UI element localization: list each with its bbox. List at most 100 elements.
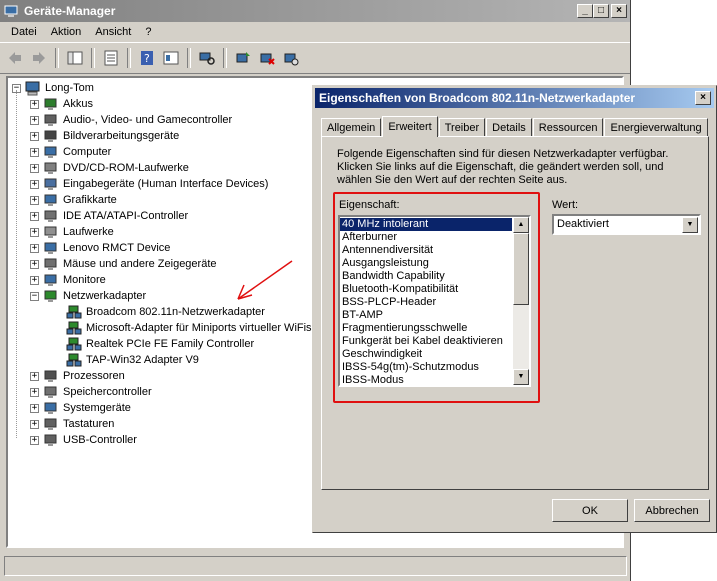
disable-button[interactable] bbox=[280, 47, 302, 69]
property-list-item[interactable]: 40 MHz intolerant bbox=[340, 218, 512, 231]
tree-category[interactable]: + Systemgeräte bbox=[30, 400, 132, 416]
property-list-item[interactable]: Fragmentierungsschwelle bbox=[340, 322, 512, 335]
expand-toggle[interactable]: + bbox=[30, 195, 39, 205]
tab-erweitert[interactable]: Erweitert bbox=[382, 116, 438, 137]
tab-allgemein[interactable]: Allgemein bbox=[321, 118, 382, 136]
properties-dialog: Eigenschaften von Broadcom 802.11n-Netzw… bbox=[312, 85, 717, 533]
console-tree-button[interactable] bbox=[64, 47, 86, 69]
property-label: Eigenschaft: bbox=[339, 199, 400, 211]
tree-category[interactable]: + Akkus bbox=[30, 96, 94, 112]
expand-toggle[interactable]: + bbox=[30, 131, 39, 141]
forward-arrow-icon bbox=[33, 52, 45, 64]
property-listbox[interactable]: 40 MHz intolerant Afterburner Antennendive… bbox=[338, 215, 531, 387]
main-title-bar[interactable]: Geräte-Manager _ □ × bbox=[0, 0, 630, 22]
tree-category[interactable]: + Prozessoren bbox=[30, 368, 126, 384]
property-list-item[interactable]: BT-AMP bbox=[340, 309, 512, 322]
expand-toggle[interactable]: + bbox=[30, 243, 39, 253]
view-button[interactable] bbox=[160, 47, 182, 69]
property-list-item[interactable]: Ausgangsleistung bbox=[340, 257, 512, 270]
menu-aktion[interactable]: Aktion bbox=[44, 26, 89, 38]
tree-device[interactable]: Microsoft-Adapter für Miniports virtuell… bbox=[66, 320, 313, 336]
tree-category[interactable]: + DVD/CD-ROM-Laufwerke bbox=[30, 160, 190, 176]
network-adapter-icon bbox=[66, 320, 82, 336]
close-button[interactable]: × bbox=[611, 4, 627, 18]
expand-toggle[interactable]: + bbox=[30, 227, 39, 237]
listbox-scrollbar[interactable]: ▲ ▼ bbox=[513, 217, 529, 385]
dropdown-arrow-button[interactable]: ▼ bbox=[682, 217, 698, 233]
menu-datei[interactable]: Datei bbox=[4, 26, 44, 38]
expand-toggle[interactable]: + bbox=[30, 275, 39, 285]
dialog-title-bar[interactable]: Eigenschaften von Broadcom 802.11n-Netzw… bbox=[315, 88, 714, 108]
tree-category[interactable]: + Lenovo RMCT Device bbox=[30, 240, 171, 256]
tree-device[interactable]: TAP-Win32 Adapter V9 bbox=[66, 352, 200, 368]
expand-toggle[interactable]: + bbox=[30, 403, 39, 413]
tree-category[interactable]: − Netzwerkadapter bbox=[30, 288, 147, 304]
network-adapter-icon bbox=[66, 336, 82, 352]
expand-toggle[interactable]: + bbox=[30, 211, 39, 221]
property-list-item[interactable]: Bandwidth Capability bbox=[340, 270, 512, 283]
collapse-toggle[interactable]: − bbox=[30, 291, 39, 301]
tab-energieverwaltung[interactable]: Energieverwaltung bbox=[604, 118, 708, 136]
tree-category[interactable]: + Audio-, Video- und Gamecontroller bbox=[30, 112, 233, 128]
menu-help[interactable]: ? bbox=[138, 26, 158, 38]
property-list-item[interactable]: Geschwindigkeit bbox=[340, 348, 512, 361]
property-list-item[interactable]: BSS-PLCP-Header bbox=[340, 296, 512, 309]
advanced-tab-panel: Folgende Eigenschaften sind für diesen N… bbox=[321, 136, 709, 490]
scan-hardware-button[interactable] bbox=[196, 47, 218, 69]
back-button[interactable] bbox=[4, 47, 26, 69]
uninstall-button[interactable] bbox=[256, 47, 278, 69]
minimize-button[interactable]: _ bbox=[577, 4, 593, 18]
tab-ressourcen[interactable]: Ressourcen bbox=[532, 118, 604, 136]
main-title: Geräte-Manager bbox=[24, 4, 116, 18]
expand-toggle[interactable]: + bbox=[30, 179, 39, 189]
scroll-thumb[interactable] bbox=[513, 233, 529, 305]
speaker-icon bbox=[43, 112, 59, 128]
maximize-button[interactable]: □ bbox=[593, 4, 609, 18]
tab-treiber[interactable]: Treiber bbox=[438, 118, 486, 136]
tree-category[interactable]: + Speichercontroller bbox=[30, 384, 153, 400]
tree-category[interactable]: + Eingabegeräte (Human Interface Devices) bbox=[30, 176, 269, 192]
help-button[interactable]: ? bbox=[136, 47, 158, 69]
expand-toggle[interactable]: + bbox=[30, 371, 39, 381]
tab-details[interactable]: Details bbox=[486, 118, 532, 136]
expand-toggle[interactable]: + bbox=[30, 419, 39, 429]
expand-toggle[interactable]: + bbox=[30, 115, 39, 125]
dialog-close-button[interactable]: × bbox=[695, 91, 711, 105]
expand-toggle[interactable]: + bbox=[30, 163, 39, 173]
property-list-item[interactable]: IBSS-54g(tm)-Schutzmodus bbox=[340, 361, 512, 374]
tree-category[interactable]: + Grafikkarte bbox=[30, 192, 118, 208]
value-dropdown[interactable]: Deaktiviert ▼ bbox=[552, 214, 701, 235]
tab-strip: Allgemein Erweitert Treiber Details Ress… bbox=[321, 116, 709, 137]
expand-toggle[interactable]: + bbox=[30, 259, 39, 269]
forward-button[interactable] bbox=[28, 47, 50, 69]
properties-button[interactable] bbox=[100, 47, 122, 69]
cancel-button[interactable]: Abbrechen bbox=[634, 499, 710, 522]
scroll-down-button[interactable]: ▼ bbox=[513, 369, 529, 385]
scroll-up-button[interactable]: ▲ bbox=[513, 217, 529, 233]
tree-category[interactable]: + IDE ATA/ATAPI-Controller bbox=[30, 208, 189, 224]
property-list-item[interactable]: Funkgerät bei Kabel deaktivieren bbox=[340, 335, 512, 348]
menu-ansicht[interactable]: Ansicht bbox=[88, 26, 138, 38]
tree-device[interactable]: Realtek PCIe FE Family Controller bbox=[66, 336, 255, 352]
expand-toggle[interactable]: + bbox=[30, 435, 39, 445]
tree-category[interactable]: + USB-Controller bbox=[30, 432, 138, 448]
property-list-item[interactable]: IBSS-Modus bbox=[340, 374, 512, 385]
tree-category[interactable]: + Laufwerke bbox=[30, 224, 115, 240]
ok-button[interactable]: OK bbox=[552, 499, 628, 522]
toolbar: ? bbox=[0, 42, 630, 74]
tree-category[interactable]: + Bildverarbeitungsgeräte bbox=[30, 128, 180, 144]
update-driver-button[interactable] bbox=[232, 47, 254, 69]
display-adapter-icon bbox=[43, 192, 59, 208]
tree-category[interactable]: + Tastaturen bbox=[30, 416, 115, 432]
tree-device[interactable]: Broadcom 802.11n-Netzwerkadapter bbox=[66, 304, 266, 320]
tree-category[interactable]: + Mäuse und andere Zeigegeräte bbox=[30, 256, 218, 272]
property-list-item[interactable]: Bluetooth-Kompatibilität bbox=[340, 283, 512, 296]
property-list-item[interactable]: Afterburner bbox=[340, 231, 512, 244]
expand-toggle[interactable]: + bbox=[30, 147, 39, 157]
property-list-item[interactable]: Antennendiversität bbox=[340, 244, 512, 257]
tree-root[interactable]: − Long-Tom bbox=[12, 80, 95, 96]
tree-category[interactable]: + Monitore bbox=[30, 272, 107, 288]
expand-toggle[interactable]: + bbox=[30, 99, 39, 109]
expand-toggle[interactable]: + bbox=[30, 387, 39, 397]
tree-category[interactable]: + Computer bbox=[30, 144, 112, 160]
